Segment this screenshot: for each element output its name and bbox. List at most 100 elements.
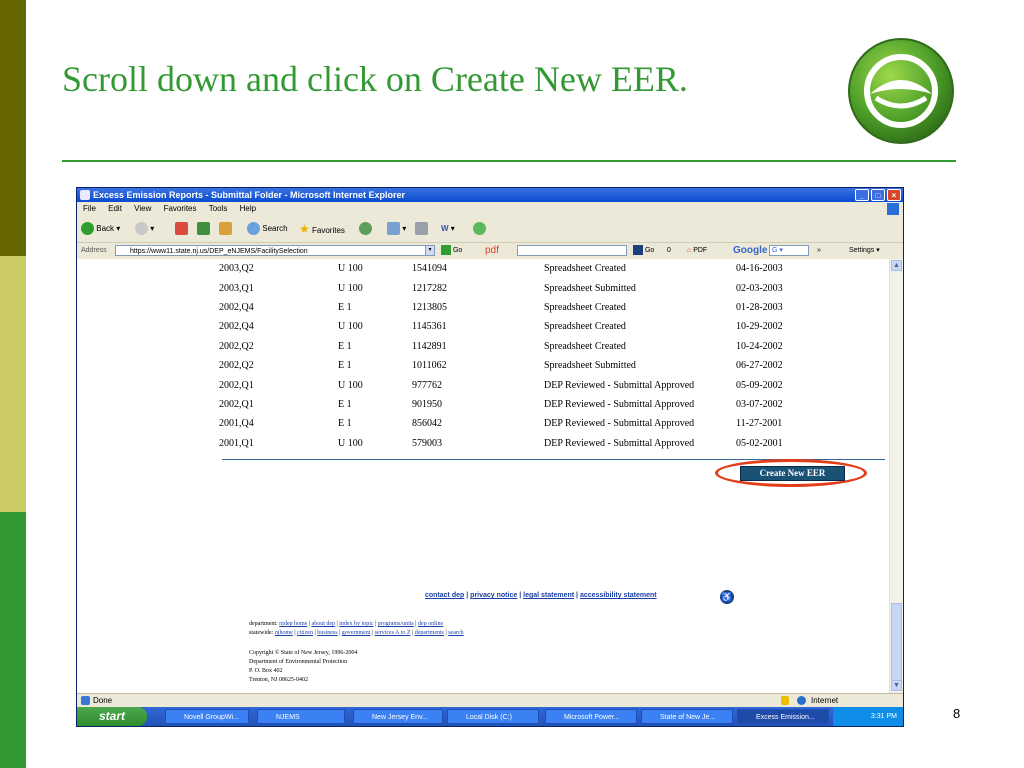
departments-link[interactable]: departments <box>415 630 444 636</box>
dep-online-link[interactable]: dep online <box>418 621 443 627</box>
print-button[interactable] <box>415 222 428 236</box>
about-dep-link[interactable]: about dep <box>312 621 336 627</box>
table-row[interactable]: 2003,Q2 U 100 1541094 Spreadsheet Created 04… <box>219 259 816 278</box>
search-link[interactable]: search <box>448 630 463 636</box>
njhome-link[interactable]: njhome <box>275 630 293 636</box>
pdf-button[interactable]: ⌂ PDF <box>687 243 707 259</box>
settings-button[interactable]: Settings ▾ <box>849 243 880 259</box>
vertical-scrollbar[interactable]: ▲ ▼ <box>889 259 903 693</box>
messenger-button[interactable] <box>473 222 486 236</box>
window-titlebar: Excess Emission Reports - Submittal Fold… <box>77 188 903 202</box>
scroll-down-icon[interactable]: ▼ <box>891 680 902 691</box>
cell-period: 2003,Q2 <box>219 263 254 275</box>
create-new-eer-button[interactable]: Create New EER <box>740 466 845 481</box>
scroll-up-icon[interactable]: ▲ <box>891 260 902 271</box>
citizen-link[interactable]: citizen <box>297 630 313 636</box>
stop-button[interactable] <box>175 222 188 236</box>
government-link[interactable]: government <box>342 630 371 636</box>
privacy-notice-link[interactable]: privacy notice <box>470 592 517 599</box>
task-njems[interactable]: NJEMS <box>257 709 345 724</box>
google-search-box[interactable]: G ▾ <box>769 245 809 256</box>
accessibility-statement-link[interactable]: accessibility statement <box>580 592 657 599</box>
menu-tools[interactable]: Tools <box>209 204 228 213</box>
ie-icon <box>80 190 90 200</box>
index-by-topic-link[interactable]: index by topic <box>339 621 373 627</box>
task-excess-emission[interactable]: Excess Emission... <box>737 709 829 724</box>
cell-date: 10-29-2002 <box>736 321 783 333</box>
edit-button[interactable]: W ▾ <box>441 222 455 236</box>
menu-help[interactable]: Help <box>240 204 256 213</box>
task-groupwise[interactable]: Novell GroupWi... <box>165 709 249 724</box>
table-row[interactable]: 2002,Q1 E 1 901950 DEP Reviewed - Submittal… <box>219 395 816 414</box>
task-state-of-new-jersey[interactable]: State of New Je... <box>641 709 733 724</box>
back-arrow-icon <box>81 222 94 236</box>
table-row[interactable]: 2002,Q1 U 100 977762 DEP Reviewed - Submitt… <box>219 375 816 394</box>
mail-button[interactable]: ▾ <box>387 222 406 236</box>
pdf-search-input[interactable] <box>517 245 627 256</box>
task-new-jersey-env[interactable]: New Jersey Env... <box>353 709 443 724</box>
services-a-to-z-link[interactable]: services A to Z <box>375 630 411 636</box>
forward-button[interactable]: ▾ <box>135 222 154 236</box>
title-divider <box>62 160 956 162</box>
refresh-button[interactable] <box>197 222 210 236</box>
contact-dep-link[interactable]: contact dep <box>425 592 464 599</box>
cell-status: DEP Reviewed - Submittal Approved <box>544 418 695 430</box>
home-button[interactable] <box>219 222 232 236</box>
cell-period: 2002,Q1 <box>219 379 254 391</box>
start-button[interactable]: start <box>77 707 147 726</box>
back-button[interactable]: Back ▾ <box>81 222 120 236</box>
go-button[interactable]: Go <box>441 243 462 259</box>
table-row[interactable]: 2001,Q4 E 1 856042 DEP Reviewed - Submittal… <box>219 414 816 433</box>
cell-date: 05-09-2002 <box>736 379 783 391</box>
zone-text: Internet <box>811 696 839 705</box>
cell-status: DEP Reviewed - Submittal Approved <box>544 398 695 410</box>
table-row[interactable]: 2003,Q1 U 100 1217282 Spreadsheet Submitted… <box>219 278 816 297</box>
menu-favorites[interactable]: Favorites <box>164 204 197 213</box>
table-row[interactable]: 2002,Q2 E 1 1142891 Spreadsheet Created 10-2… <box>219 337 816 356</box>
windows-flag-icon <box>887 203 899 215</box>
address-dropdown-icon[interactable]: ▾ <box>425 245 435 256</box>
menu-view[interactable]: View <box>134 204 151 213</box>
more-chevron-icon[interactable]: » <box>817 243 821 259</box>
history-button[interactable] <box>359 222 372 236</box>
leaf-logo-icon <box>848 38 954 144</box>
cell-unit: U 100 <box>338 379 363 391</box>
stop-icon <box>175 222 188 236</box>
menu-file[interactable]: File <box>83 204 96 213</box>
google-logo: Google <box>733 245 768 256</box>
cell-unit: E 1 <box>338 340 352 352</box>
table-row[interactable]: 2002,Q4 U 100 1145361 Spreadsheet Created 10… <box>219 317 816 336</box>
slide-number: 8 <box>953 706 961 721</box>
history-icon <box>359 222 372 236</box>
address-input[interactable]: https://www11.state.nj.us/DEP_eNJEMS/Fac… <box>115 245 435 256</box>
favorites-button[interactable]: ★ Favorites <box>299 222 345 236</box>
cell-period: 2003,Q1 <box>219 282 254 294</box>
programs-units-link[interactable]: programs/units <box>378 621 414 627</box>
minimize-button[interactable]: _ <box>855 189 869 201</box>
close-button[interactable]: × <box>887 189 901 201</box>
department-links: department: njdep home | about dep | ind… <box>249 621 444 627</box>
maximize-button[interactable]: □ <box>871 189 885 201</box>
task-local-disk[interactable]: Local Disk (C:) <box>447 709 539 724</box>
table-row[interactable]: 2002,Q4 E 1 1213805 Spreadsheet Created 01-2… <box>219 298 816 317</box>
pdf-go-button[interactable]: Go <box>633 243 654 259</box>
menu-edit[interactable]: Edit <box>108 204 122 213</box>
pdf-count: 0 <box>667 247 671 254</box>
cell-status: Spreadsheet Submitted <box>544 360 636 372</box>
cell-id: 1541094 <box>412 263 447 275</box>
cell-unit: U 100 <box>338 437 363 449</box>
table-row[interactable]: 2001,Q1 U 100 579003 DEP Reviewed - Submitt… <box>219 434 816 453</box>
cell-id: 977762 <box>412 379 442 391</box>
page-icon <box>81 696 90 705</box>
accessibility-icon[interactable]: ♿ <box>720 590 734 604</box>
table-row[interactable]: 2002,Q2 E 1 1011062 Spreadsheet Submitted 06… <box>219 356 816 375</box>
scroll-thumb[interactable] <box>891 603 902 687</box>
business-link[interactable]: business <box>317 630 337 636</box>
browser-toolbar: Back ▾ ▾ Search ★ Favorites ▾ W ▾ <box>77 216 903 242</box>
search-button[interactable]: Search <box>247 222 288 236</box>
clock: 3:31 PM <box>870 713 897 720</box>
njdep-home-link[interactable]: njdep home <box>279 621 307 627</box>
task-powerpoint[interactable]: Microsoft Power... <box>545 709 637 724</box>
legal-statement-link[interactable]: legal statement <box>523 592 574 599</box>
system-tray: 3:31 PM <box>833 707 903 726</box>
